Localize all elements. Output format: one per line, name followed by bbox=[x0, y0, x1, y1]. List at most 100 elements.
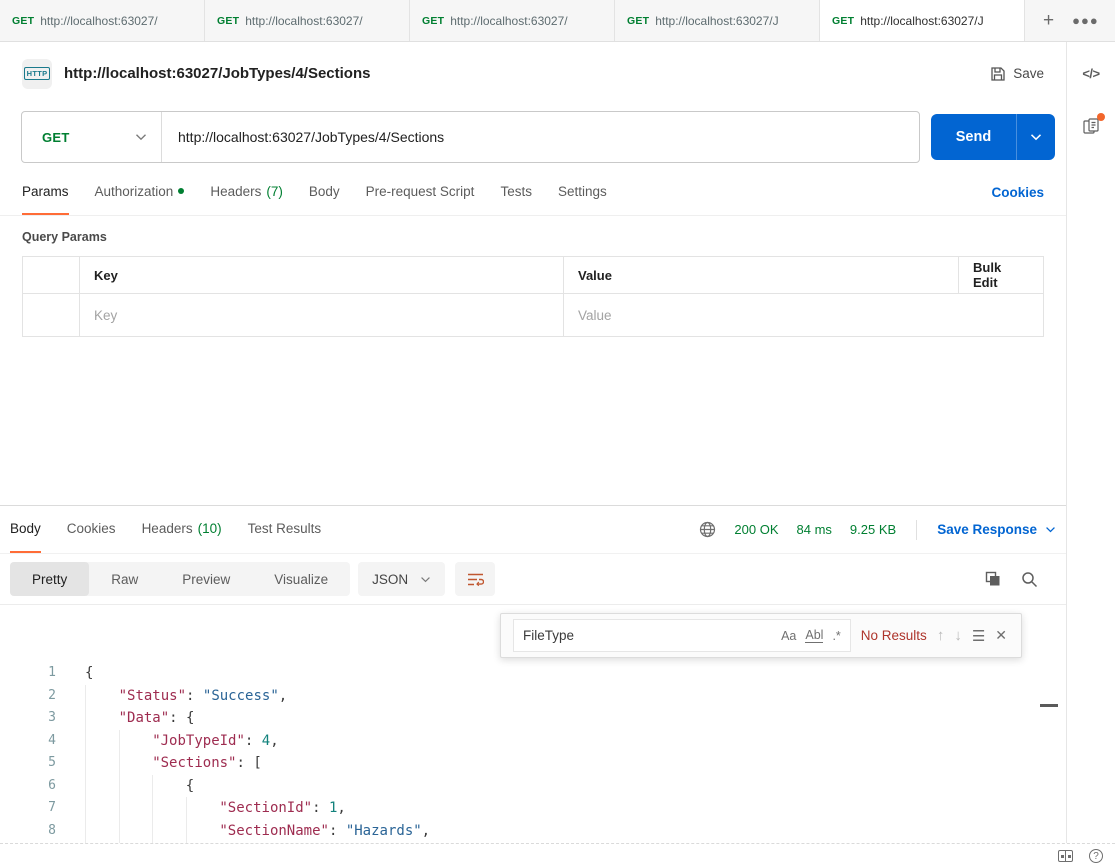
request-tab-5-active[interactable]: GET http://localhost:63027/J bbox=[820, 0, 1025, 41]
indent-guide bbox=[152, 820, 186, 843]
save-button[interactable]: Save bbox=[990, 66, 1044, 82]
split-panes-icon[interactable] bbox=[1058, 850, 1073, 862]
help-icon[interactable]: ? bbox=[1089, 849, 1103, 863]
tab-method-label: GET bbox=[217, 15, 239, 27]
tab-url-label: http://localhost:63027/ bbox=[40, 14, 157, 28]
param-key-input[interactable] bbox=[94, 308, 549, 323]
wrap-lines-button[interactable] bbox=[455, 562, 495, 596]
notification-dot bbox=[1097, 113, 1105, 121]
request-tab-4[interactable]: GET http://localhost:63027/J bbox=[615, 0, 820, 41]
find-previous-icon[interactable]: ↑ bbox=[937, 627, 945, 644]
indent-guide bbox=[85, 707, 119, 730]
table-header-row: Key Value Bulk Edit bbox=[23, 257, 1043, 294]
line-number: 8 bbox=[0, 820, 56, 843]
close-icon[interactable]: ✕ bbox=[995, 627, 1007, 644]
row-drag-handle[interactable] bbox=[23, 294, 80, 336]
tab-params[interactable]: Params bbox=[22, 169, 69, 215]
format-dropdown[interactable]: JSON bbox=[358, 562, 445, 596]
view-preview[interactable]: Preview bbox=[160, 562, 252, 596]
send-button[interactable]: Send bbox=[931, 114, 1055, 160]
tab-test-results[interactable]: Test Results bbox=[248, 506, 322, 553]
status-badge: 200 OK bbox=[734, 522, 778, 537]
indent-guide bbox=[85, 797, 119, 820]
add-tab-icon[interactable]: + bbox=[1043, 11, 1054, 30]
line-number: 1 bbox=[0, 662, 56, 685]
regex-icon[interactable]: .* bbox=[832, 629, 840, 643]
tab-settings[interactable]: Settings bbox=[558, 169, 607, 215]
headers-count: (7) bbox=[266, 184, 283, 199]
authorization-set-dot bbox=[178, 188, 184, 194]
response-panel: Body Cookies Headers (10) Test Results 2… bbox=[0, 505, 1066, 843]
http-request-icon: HTTP bbox=[22, 59, 52, 89]
row-select-column bbox=[23, 257, 80, 293]
main-panel: HTTP http://localhost:63027/JobTypes/4/S… bbox=[0, 42, 1066, 843]
tab-pre-request-script[interactable]: Pre-request Script bbox=[366, 169, 475, 215]
find-next-icon[interactable]: ↓ bbox=[954, 627, 962, 644]
whole-word-icon[interactable]: Abl bbox=[805, 628, 823, 643]
url-box: GET bbox=[21, 111, 920, 163]
more-options-icon[interactable]: ●●● bbox=[1072, 13, 1099, 28]
status-bar: ? bbox=[0, 843, 1115, 868]
view-visualize[interactable]: Visualize bbox=[252, 562, 350, 596]
tab-authorization[interactable]: Authorization bbox=[95, 169, 185, 215]
view-raw[interactable]: Raw bbox=[89, 562, 160, 596]
globe-icon[interactable] bbox=[699, 521, 716, 538]
find-input[interactable] bbox=[523, 628, 772, 643]
indent-guide bbox=[119, 775, 153, 798]
match-case-icon[interactable]: Aa bbox=[781, 629, 796, 643]
method-dropdown[interactable]: GET bbox=[22, 112, 162, 162]
indent-guide bbox=[186, 820, 220, 843]
scrollbar-thumb[interactable] bbox=[1040, 704, 1058, 707]
tab-headers[interactable]: Headers (7) bbox=[210, 169, 283, 215]
divider bbox=[916, 520, 917, 540]
request-tab-bar: GET http://localhost:63027/ GET http://l… bbox=[0, 0, 1115, 42]
response-actions bbox=[985, 571, 1056, 588]
code-line: 4"JobTypeId": 4, bbox=[0, 730, 1066, 753]
indent-guide bbox=[85, 752, 119, 775]
bulk-edit-button[interactable]: Bulk Edit bbox=[959, 257, 1043, 293]
send-label[interactable]: Send bbox=[931, 114, 1017, 160]
save-response-button[interactable]: Save Response bbox=[937, 522, 1056, 537]
request-tab-3[interactable]: GET http://localhost:63027/ bbox=[410, 0, 615, 41]
wrap-lines-icon bbox=[467, 572, 484, 587]
find-menu-icon[interactable]: ☰ bbox=[972, 627, 985, 645]
tab-body[interactable]: Body bbox=[309, 169, 340, 215]
tab-response-headers[interactable]: Headers (10) bbox=[142, 506, 222, 553]
tab-url-label: http://localhost:63027/J bbox=[655, 14, 778, 28]
copy-icon[interactable] bbox=[985, 571, 1001, 587]
view-pretty[interactable]: Pretty bbox=[10, 562, 89, 596]
tab-response-cookies[interactable]: Cookies bbox=[67, 506, 116, 553]
app-window: GET http://localhost:63027/ GET http://l… bbox=[0, 0, 1115, 868]
request-title-row: HTTP http://localhost:63027/JobTypes/4/S… bbox=[0, 42, 1066, 105]
url-input[interactable] bbox=[162, 112, 919, 162]
line-number: 6 bbox=[0, 775, 56, 798]
url-row: GET Send bbox=[0, 105, 1066, 169]
cookies-link[interactable]: Cookies bbox=[991, 185, 1044, 200]
request-tab-1[interactable]: GET http://localhost:63027/ bbox=[0, 0, 205, 41]
code-lines: 1{2"Status": "Success",3"Data": {4"JobTy… bbox=[0, 662, 1066, 844]
tab-url-label: http://localhost:63027/ bbox=[245, 14, 362, 28]
tab-actions: + ●●● bbox=[1025, 0, 1099, 41]
response-time: 84 ms bbox=[797, 522, 832, 537]
indent-guide bbox=[119, 752, 153, 775]
indent-guide bbox=[119, 797, 153, 820]
code-line: 3"Data": { bbox=[0, 707, 1066, 730]
documentation-icon[interactable] bbox=[1082, 117, 1100, 140]
method-label: GET bbox=[42, 130, 70, 145]
send-options-button[interactable] bbox=[1017, 114, 1055, 160]
page-title: http://localhost:63027/JobTypes/4/Sectio… bbox=[64, 65, 370, 82]
indent-guide bbox=[152, 775, 186, 798]
request-tab-2[interactable]: GET http://localhost:63027/ bbox=[205, 0, 410, 41]
tab-response-body[interactable]: Body bbox=[10, 506, 41, 553]
param-value-input[interactable] bbox=[578, 308, 945, 323]
response-tabs: Body Cookies Headers (10) Test Results 2… bbox=[0, 506, 1066, 554]
table-row bbox=[23, 294, 1043, 336]
chevron-down-icon bbox=[1045, 526, 1056, 533]
code-snippet-icon[interactable]: </> bbox=[1082, 66, 1099, 81]
chevron-down-icon bbox=[135, 133, 147, 141]
code-line: 5"Sections": [ bbox=[0, 752, 1066, 775]
tab-url-label: http://localhost:63027/J bbox=[860, 14, 983, 28]
tab-tests[interactable]: Tests bbox=[500, 169, 532, 215]
find-popup: Aa Abl .* No Results ↑ ↓ ☰ ✕ bbox=[500, 613, 1022, 658]
search-icon[interactable] bbox=[1021, 571, 1038, 588]
